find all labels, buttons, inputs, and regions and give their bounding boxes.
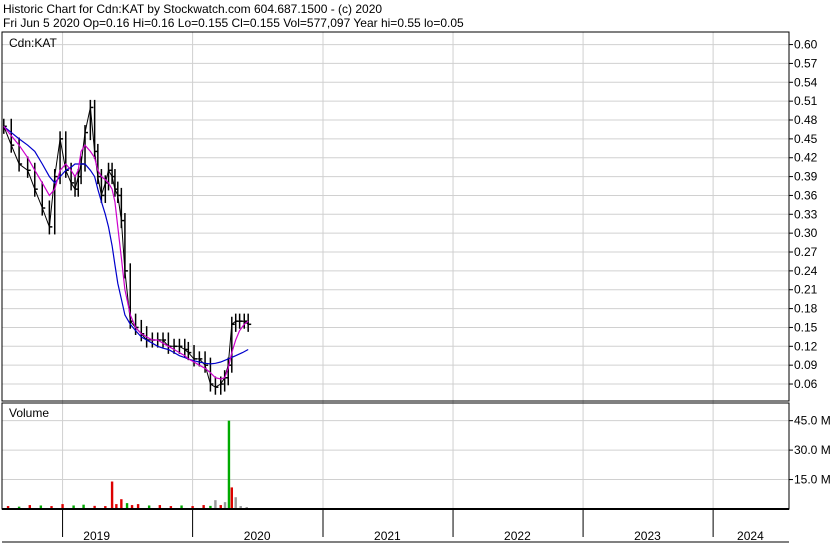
x-tick-label: 2022 xyxy=(504,529,531,543)
price-tick-label: 0.06 xyxy=(794,377,818,391)
volume-bar xyxy=(209,505,212,508)
volume-bar xyxy=(125,503,129,508)
volume-bar xyxy=(239,506,242,508)
volume-bar xyxy=(115,504,118,508)
price-tick-label: 0.45 xyxy=(794,132,818,146)
volume-bar xyxy=(202,505,205,508)
volume-bar xyxy=(245,507,248,508)
volume-tick-label: 45.0 M xyxy=(794,414,830,428)
volume-bar xyxy=(39,505,43,508)
price-tick-label: 0.48 xyxy=(794,113,818,127)
volume-axis-ticks: 45.0 M 30.0 M 15.0 M xyxy=(789,414,830,487)
x-tick-label: 2024 xyxy=(737,529,764,543)
chart-header-line1: Historic Chart for Cdn:KAT by Stockwatch… xyxy=(3,2,382,16)
volume-bar xyxy=(227,420,231,508)
price-tick-label: 0.57 xyxy=(794,56,818,70)
price-tick-label: 0.15 xyxy=(794,320,818,334)
price-tick-label: 0.33 xyxy=(794,207,818,221)
volume-bar xyxy=(214,500,217,508)
price-tick-label: 0.18 xyxy=(794,302,818,316)
price-tick-label: 0.36 xyxy=(794,188,818,202)
price-tick-label: 0.27 xyxy=(794,245,818,259)
stock-chart-svg: Historic Chart for Cdn:KAT by Stockwatch… xyxy=(0,0,830,543)
volume-bar xyxy=(136,504,140,508)
volume-tick-label: 15.0 M xyxy=(794,473,830,487)
volume-bar xyxy=(72,505,75,508)
volume-bar xyxy=(61,504,64,508)
volume-bar xyxy=(169,506,173,508)
volume-bar xyxy=(93,505,96,508)
volume-bar xyxy=(219,505,222,508)
x-tick-label: 2023 xyxy=(634,529,661,543)
price-tick-label: 0.39 xyxy=(794,170,818,184)
volume-bar xyxy=(104,506,107,508)
price-tick-label: 0.24 xyxy=(794,264,818,278)
volume-bar xyxy=(50,506,53,508)
volume-bar xyxy=(110,481,114,508)
price-tick-label: 0.51 xyxy=(794,94,818,108)
x-tick-label: 2020 xyxy=(244,529,271,543)
price-tick-label: 0.54 xyxy=(794,75,818,89)
price-tick-label: 0.60 xyxy=(794,38,818,52)
price-tick-label: 0.42 xyxy=(794,151,818,165)
volume-bar xyxy=(191,506,194,508)
chart-header-line2: Fri Jun 5 2020 Op=0.16 Hi=0.16 Lo=0.155 … xyxy=(3,16,464,30)
volume-bar xyxy=(180,505,183,508)
price-tick-label: 0.21 xyxy=(794,283,818,297)
volume-bar xyxy=(17,506,21,508)
volume-bar xyxy=(130,505,134,508)
x-tick-label: 2019 xyxy=(83,529,110,543)
volume-bar xyxy=(223,502,227,508)
volume-bar xyxy=(147,505,151,508)
volume-bar xyxy=(158,505,162,508)
volume-bar xyxy=(234,497,237,508)
volume-bar xyxy=(230,487,233,508)
volume-panel-title: Volume xyxy=(9,406,49,420)
x-tick-label: 2021 xyxy=(374,529,401,543)
price-tick-label: 0.30 xyxy=(794,226,818,240)
volume-bar xyxy=(6,506,10,508)
volume-bar xyxy=(28,505,31,508)
volume-bar xyxy=(82,504,85,508)
volume-tick-label: 30.0 M xyxy=(794,443,830,457)
price-panel-title: Cdn:KAT xyxy=(9,36,57,50)
volume-bar xyxy=(120,499,123,508)
price-tick-label: 0.09 xyxy=(794,358,818,372)
price-tick-label: 0.12 xyxy=(794,339,818,353)
chart-window: Historic Chart for Cdn:KAT by Stockwatch… xyxy=(0,0,830,543)
